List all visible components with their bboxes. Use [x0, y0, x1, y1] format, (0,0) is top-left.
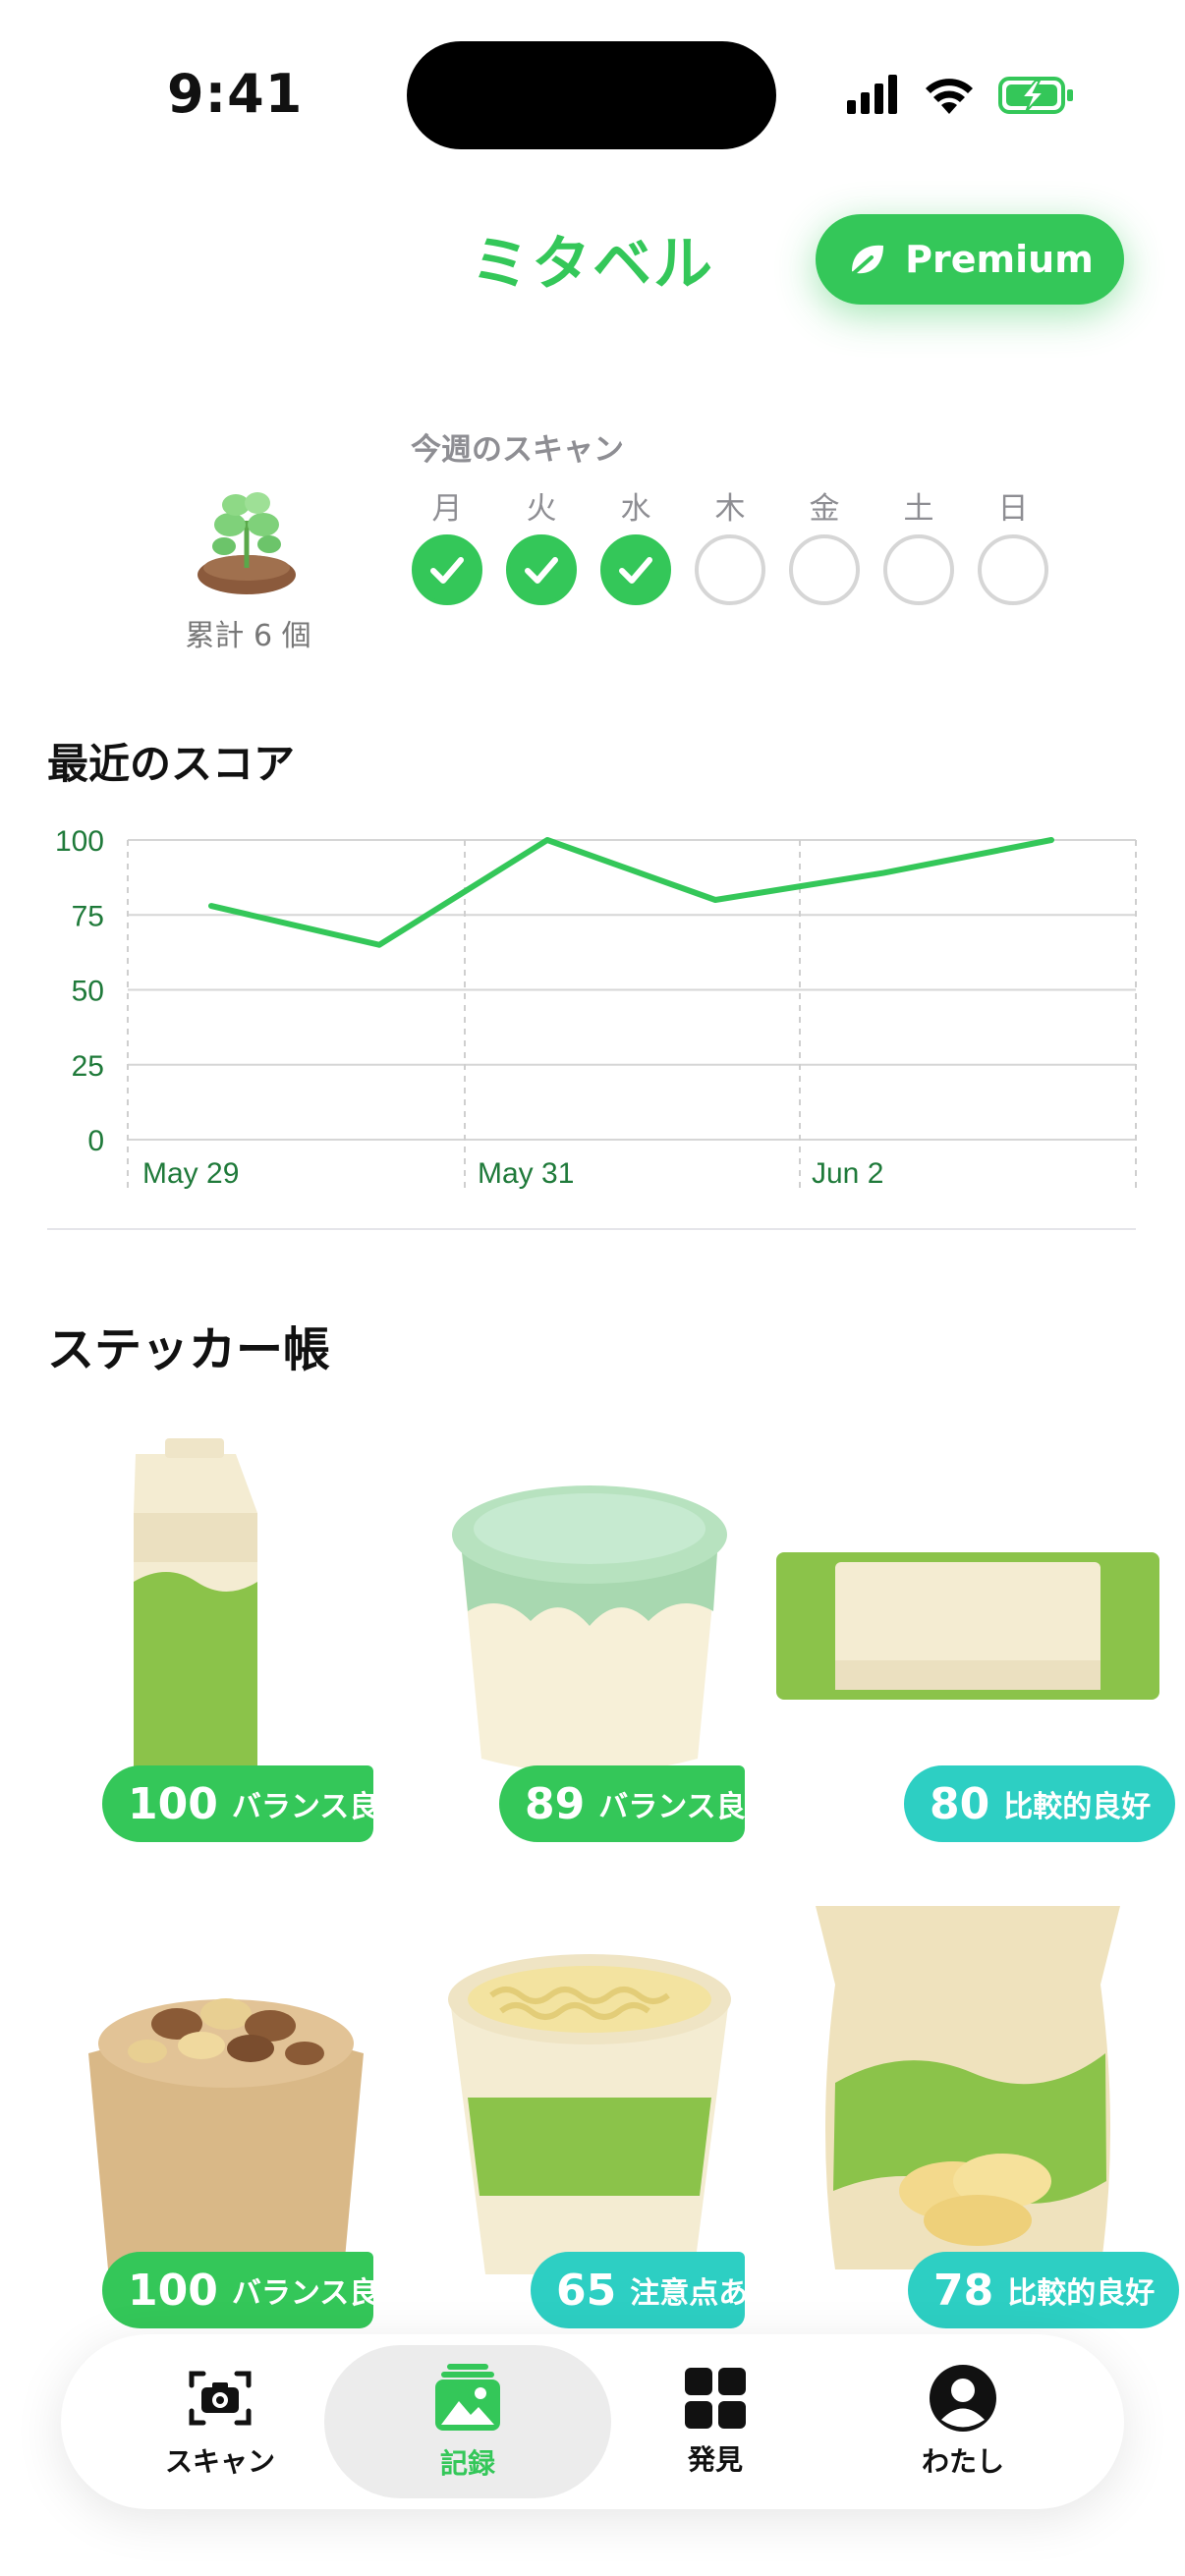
- score-label: バランス良: [231, 1790, 373, 1824]
- score-value: 80: [930, 1778, 990, 1829]
- score-badge: 89 バランス良: [499, 1765, 745, 1842]
- x-tick-label: May 29: [142, 1157, 239, 1190]
- score-badge: 78 比較的良好: [908, 2252, 1179, 2328]
- premium-label: Premium: [905, 238, 1094, 281]
- score-badge: 100 バランス良: [102, 1765, 373, 1842]
- sticker-yogurt-cup[interactable]: [432, 1464, 747, 1798]
- milk-carton-image: [134, 1438, 257, 1778]
- tab-discover-label: 発見: [687, 2443, 743, 2476]
- score-label: バランス良: [598, 1790, 745, 1824]
- status-time: 9:41: [167, 63, 304, 125]
- leaf-icon: [852, 245, 884, 275]
- score-label: 比較的良好: [1003, 1790, 1152, 1824]
- tab-scan[interactable]: スキャン: [122, 2334, 318, 2509]
- score-badge: 80 比較的良好: [904, 1765, 1175, 1842]
- photo-stack-icon: [435, 2364, 500, 2431]
- score-value: 100: [128, 1778, 218, 1829]
- score-series-line: [208, 837, 1054, 948]
- day-check: [412, 534, 482, 605]
- score-label: バランス良: [231, 2276, 373, 2311]
- weekday-label: 土: [903, 491, 934, 527]
- sticker-nuts-bag[interactable]: [69, 1955, 383, 2289]
- sticker-book-title: ステッカー帳: [47, 1322, 331, 1377]
- weekday-label: 月: [431, 491, 463, 527]
- sticker-snack-bar[interactable]: [766, 1533, 1169, 1729]
- y-tick-label: 0: [87, 1125, 104, 1157]
- day-check: [978, 534, 1048, 605]
- noodle-cup-image: [448, 1954, 731, 2274]
- yogurt-cup-image: [452, 1485, 727, 1773]
- tab-records[interactable]: 記録: [369, 2334, 566, 2509]
- score-value: 100: [128, 2265, 218, 2316]
- grid-icon: [685, 2368, 746, 2429]
- checkmark-icon: [619, 557, 652, 584]
- tab-profile-label: わたし: [921, 2445, 1004, 2478]
- checkmark-icon: [525, 557, 558, 584]
- score-label: 注意点あ: [630, 2276, 745, 2311]
- score-value: 78: [933, 2265, 994, 2316]
- weekday-label: 木: [714, 491, 746, 527]
- tab-bar: スキャン 記録 発見 わたし: [61, 2334, 1124, 2509]
- nuts-bag-image: [88, 1998, 364, 2279]
- day-check: [600, 534, 671, 605]
- day-check: [789, 534, 860, 605]
- score-value: 89: [525, 1778, 586, 1829]
- day-check: [695, 534, 765, 605]
- snack-bar-image: [776, 1552, 1159, 1700]
- y-tick-label: 100: [55, 825, 104, 858]
- person-icon: [930, 2365, 996, 2432]
- camera-icon: [189, 2371, 252, 2426]
- sprout-icon: [198, 492, 296, 594]
- x-tick-label: Jun 2: [812, 1157, 883, 1190]
- premium-button[interactable]: Premium: [816, 214, 1124, 305]
- tab-records-label: 記録: [439, 2447, 495, 2480]
- tab-scan-label: スキャン: [164, 2445, 275, 2478]
- tab-discover[interactable]: 発見: [617, 2334, 814, 2509]
- dynamic-island: [407, 41, 776, 149]
- weekly-scan-title: 今週のスキャン: [411, 432, 624, 468]
- score-value: 65: [556, 2265, 617, 2316]
- score-badge: 65 注意点あ: [531, 2252, 745, 2328]
- weekday-label: 金: [809, 491, 840, 527]
- y-tick-label: 50: [72, 976, 104, 1008]
- weekday-label: 水: [620, 491, 651, 527]
- day-check: [506, 534, 577, 605]
- day-check: [883, 534, 954, 605]
- score-badge: 100 バランス良: [102, 2252, 373, 2328]
- section-divider: [47, 1228, 1136, 1230]
- tab-profile[interactable]: わたし: [865, 2334, 1061, 2509]
- sticker-chips-bag[interactable]: [806, 1896, 1130, 2289]
- x-tick-label: May 31: [478, 1157, 574, 1190]
- score-chart-title: 最近のスコア: [47, 740, 296, 788]
- weekday-label: 日: [997, 491, 1029, 527]
- total-scan-count: 累計 6 個: [185, 619, 311, 653]
- sticker-milk-carton[interactable]: [79, 1425, 393, 1798]
- sticker-noodle-cup[interactable]: [442, 1940, 737, 2294]
- checkmark-icon: [430, 557, 464, 584]
- y-tick-label: 25: [72, 1050, 104, 1083]
- score-label: 比較的良好: [1007, 2276, 1156, 2311]
- wifi-icon: [926, 79, 973, 114]
- battery-charging-icon: [998, 77, 1073, 114]
- score-line-chart: 100 75 50 25 0 May 29 May 31 Jun 2: [55, 825, 1137, 1190]
- status-icons: [847, 75, 1073, 114]
- weekday-label: 火: [526, 491, 557, 527]
- chips-bag-image: [816, 1906, 1120, 2269]
- signal-icon: [847, 75, 897, 114]
- y-tick-label: 75: [72, 900, 104, 932]
